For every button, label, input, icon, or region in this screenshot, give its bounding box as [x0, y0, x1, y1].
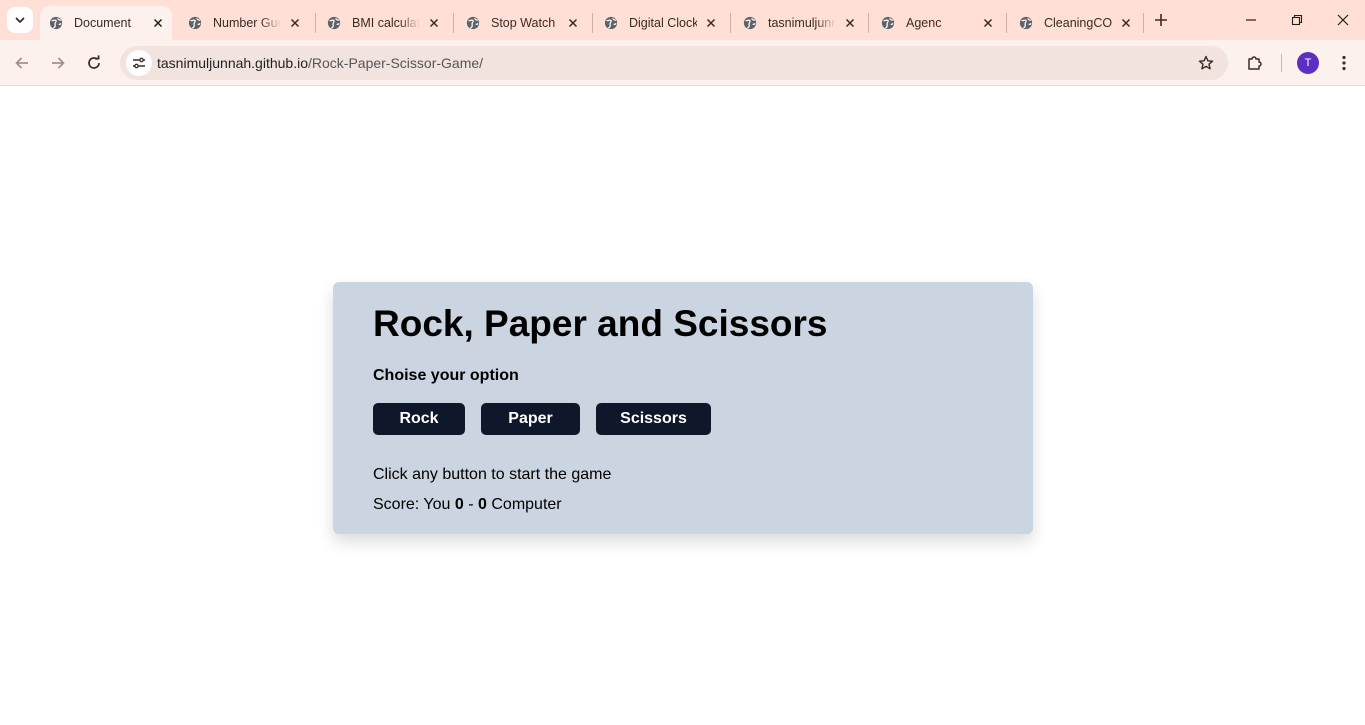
minimize-icon — [1246, 19, 1256, 21]
computer-score: 0 — [478, 496, 487, 513]
reload-icon — [88, 55, 100, 69]
back-button[interactable] — [8, 49, 36, 77]
tab-strip: Document Number Guessing Game BMI calcul… — [0, 0, 1365, 40]
user-score: 0 — [454, 496, 464, 513]
restore-button[interactable] — [1274, 0, 1320, 40]
tab-stop-watch[interactable]: Stop Watch — [450, 6, 589, 40]
globe-icon — [327, 16, 341, 30]
game-title: Rock, Paper and Scissors — [373, 303, 828, 344]
tab-cleaningco[interactable]: CleaningCO — [1003, 6, 1142, 40]
close-icon[interactable] — [980, 15, 996, 31]
toolbar-divider — [1281, 54, 1282, 72]
menu-button[interactable] — [1330, 49, 1358, 77]
more-vertical-icon — [1342, 55, 1346, 71]
minimize-button[interactable] — [1228, 0, 1274, 40]
address-bar[interactable]: tasnimuljunnah.github.io/Rock-Paper-Scis… — [120, 46, 1228, 80]
extensions-button[interactable] — [1241, 49, 1269, 77]
tab-digital-clock[interactable]: Digital Clock — [588, 6, 727, 40]
url-path: /Rock-Paper-Scissor-Game/ — [308, 55, 484, 71]
tab-title: Number Guessing Game — [213, 16, 281, 30]
tab-search-button[interactable] — [7, 7, 33, 33]
paper-button[interactable]: Paper — [481, 403, 580, 435]
tab-document[interactable]: Document — [40, 6, 172, 40]
result-message: Click any button to start the game — [373, 466, 612, 483]
star-icon — [1198, 55, 1214, 70]
globe-icon — [604, 16, 618, 30]
site-info-button[interactable] — [126, 50, 152, 76]
profile-avatar[interactable]: T — [1297, 52, 1319, 74]
rock-button[interactable]: Rock — [373, 403, 465, 435]
globe-icon — [881, 16, 895, 30]
tab-title: Document — [74, 16, 131, 30]
arrow-right-icon — [52, 57, 65, 69]
scissors-button[interactable]: Scissors — [596, 403, 711, 435]
plus-icon — [1155, 14, 1167, 26]
globe-icon — [743, 16, 757, 30]
tab-title: CleaningCO — [1044, 16, 1112, 30]
tab-title: tasnimuljunnah — [768, 16, 836, 30]
globe-icon — [466, 16, 480, 30]
tab-tasnimuljunnah[interactable]: tasnimuljunnah — [727, 6, 866, 40]
close-icon[interactable] — [1118, 15, 1134, 31]
tab-title: Agenc — [906, 16, 942, 30]
game-card: Rock, Paper and Scissors Choise your opt… — [333, 282, 1033, 534]
score-line: Score: You 0 - 0 Computer — [373, 496, 993, 514]
url-text[interactable]: tasnimuljunnah.github.io/Rock-Paper-Scis… — [157, 55, 483, 71]
reload-button[interactable] — [80, 49, 108, 77]
puzzle-icon — [1248, 56, 1262, 70]
forward-button[interactable] — [44, 49, 72, 77]
globe-icon — [1019, 16, 1033, 30]
tab-separator — [1143, 13, 1144, 33]
arrow-left-icon — [15, 57, 28, 69]
tab-bmi-calculator[interactable]: BMI calculator — [311, 6, 450, 40]
globe-icon — [49, 16, 63, 30]
restore-icon — [1291, 14, 1303, 26]
close-icon[interactable] — [842, 15, 858, 31]
tab-title: BMI calculator — [352, 16, 420, 30]
tab-agenc[interactable]: Agenc — [865, 6, 1004, 40]
close-icon[interactable] — [703, 15, 719, 31]
tab-number-guessing[interactable]: Number Guessing Game — [172, 6, 311, 40]
close-icon[interactable] — [287, 15, 303, 31]
tab-title: Stop Watch — [491, 16, 556, 30]
new-tab-button[interactable] — [1150, 9, 1172, 31]
close-window-button[interactable] — [1320, 0, 1365, 40]
close-icon[interactable] — [565, 15, 581, 31]
close-icon[interactable] — [150, 15, 166, 31]
option-buttons: Rock Paper Scissors — [373, 403, 993, 435]
globe-icon — [188, 16, 202, 30]
close-icon[interactable] — [426, 15, 442, 31]
choose-option-label: Choise your option — [373, 367, 519, 384]
close-icon — [1337, 14, 1349, 26]
url-host: tasnimuljunnah.github.io — [157, 55, 308, 71]
bookmark-button[interactable] — [1194, 51, 1218, 75]
tune-icon — [133, 57, 145, 69]
score-suffix: Computer — [491, 496, 562, 513]
score-prefix: Score: You — [373, 496, 451, 513]
browser-toolbar: tasnimuljunnah.github.io/Rock-Paper-Scis… — [0, 40, 1365, 86]
chevron-down-icon — [15, 17, 25, 23]
tab-title: Digital Clock — [629, 16, 697, 30]
score-separator: - — [468, 496, 474, 513]
